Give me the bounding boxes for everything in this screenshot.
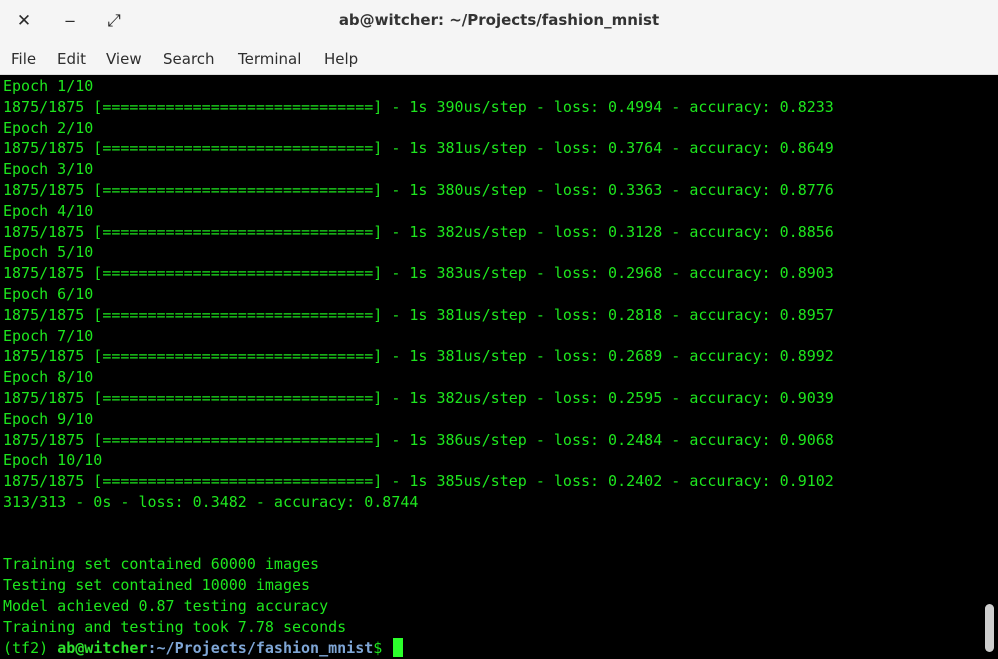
menu-help[interactable]: Help bbox=[324, 50, 358, 68]
terminal-line: 1875/1875 [=============================… bbox=[3, 347, 834, 366]
terminal-line: Epoch 3/10 bbox=[3, 160, 94, 179]
terminal-line: Epoch 7/10 bbox=[3, 326, 94, 345]
prompt-line[interactable]: (tf2) ab@witcher:~/Projects/fashion_mnis… bbox=[3, 637, 404, 659]
terminal-line: 1875/1875 [=============================… bbox=[3, 97, 834, 116]
terminal-line: Epoch 10/10 bbox=[3, 451, 103, 470]
scrollbar-track[interactable] bbox=[984, 75, 998, 659]
terminal-line: Model achieved 0.87 testing accuracy bbox=[3, 597, 329, 615]
menu-search[interactable]: Search bbox=[163, 50, 215, 68]
terminal-line: 1875/1875 [=============================… bbox=[3, 430, 834, 449]
prompt-symbol: $ bbox=[373, 638, 392, 657]
terminal-line: Epoch 9/10 bbox=[3, 409, 94, 428]
terminal-cursor bbox=[393, 637, 404, 657]
prompt-user-host: ab@witcher bbox=[57, 638, 148, 657]
menu-view[interactable]: View bbox=[106, 50, 142, 68]
menu-file[interactable]: File bbox=[11, 50, 36, 68]
terminal-line: Epoch 8/10 bbox=[3, 368, 94, 387]
terminal-line: 1875/1875 [=============================… bbox=[3, 139, 834, 158]
menu-terminal[interactable]: Terminal bbox=[238, 50, 301, 68]
terminal-line: Epoch 4/10 bbox=[3, 201, 94, 220]
terminal-line: 1875/1875 [=============================… bbox=[3, 264, 834, 283]
terminal-line: 1875/1875 [=============================… bbox=[3, 472, 834, 491]
terminal-line: 1875/1875 [=============================… bbox=[3, 305, 834, 324]
terminal-line: 313/313 - 0s - loss: 0.3482 - accuracy: … bbox=[3, 493, 419, 511]
menu-edit[interactable]: Edit bbox=[57, 50, 86, 68]
terminal-line: Training set contained 60000 images bbox=[3, 555, 320, 574]
prompt-separator: : bbox=[147, 638, 157, 657]
terminal-line: Epoch 1/10 bbox=[3, 77, 94, 95]
terminal-line: Epoch 2/10 bbox=[3, 118, 94, 137]
terminal-line: 1875/1875 [=============================… bbox=[3, 389, 834, 407]
scrollbar-thumb[interactable] bbox=[985, 604, 994, 652]
terminal-line: Epoch 5/10 bbox=[3, 243, 94, 262]
window-title: ab@witcher: ~/Projects/fashion_mnist bbox=[338, 11, 660, 29]
prompt-path: ~/Projects/fashion_mnist bbox=[156, 638, 374, 657]
terminal-line: 1875/1875 [=============================… bbox=[3, 181, 834, 199]
terminal-line: Testing set contained 10000 images bbox=[3, 576, 311, 595]
terminal-output[interactable]: Epoch 1/10 1875/1875 [===================… bbox=[0, 75, 984, 659]
terminal-line: Training and testing took 7.78 seconds bbox=[3, 617, 347, 636]
terminal-line: 1875/1875 [=============================… bbox=[3, 222, 834, 241]
menu-bar: File Edit View Search Terminal Help bbox=[0, 42, 998, 75]
title-bar: ✕ ‒ ⤢ ab@witcher: ~/Projects/fashion_mni… bbox=[0, 0, 998, 42]
terminal-line: Epoch 6/10 bbox=[3, 285, 94, 303]
prompt-env: (tf2) bbox=[3, 638, 58, 657]
